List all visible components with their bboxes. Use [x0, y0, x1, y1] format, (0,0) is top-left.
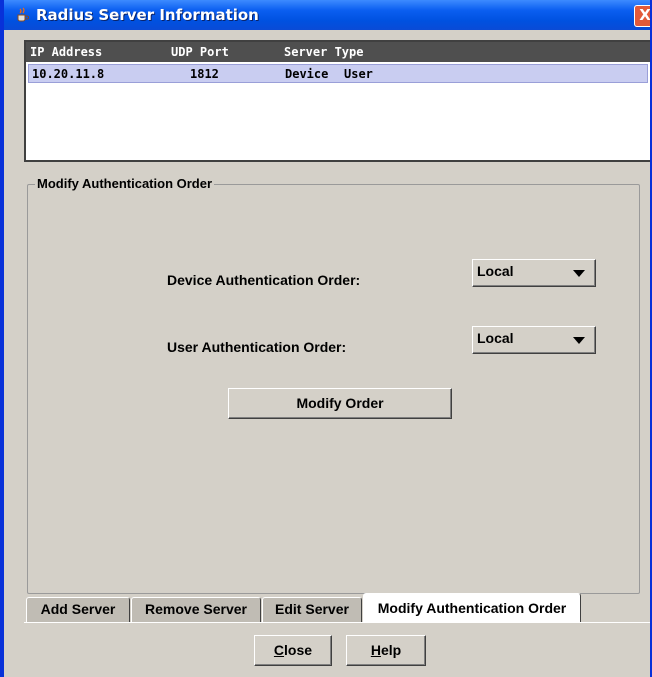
table-header: IP Address UDP Port Server Type — [26, 42, 650, 62]
tab-separator — [24, 622, 650, 623]
user-auth-order-label: User Authentication Order: — [167, 339, 347, 355]
java-cup-icon — [17, 7, 29, 22]
close-label-rest: lose — [284, 642, 313, 658]
radius-server-window: Radius Server Information X IP Address U… — [0, 0, 652, 677]
device-auth-order-value: Local — [477, 263, 514, 279]
cell-type-user: User — [344, 67, 373, 81]
tab-remove-server[interactable]: Remove Server — [131, 597, 261, 622]
help-mnemonic: H — [370, 642, 381, 658]
modify-order-button[interactable]: Modify Order — [228, 388, 452, 419]
group-title: Modify Authentication Order — [35, 176, 215, 191]
close-button[interactable]: Close — [254, 635, 332, 666]
device-auth-order-label: Device Authentication Order: — [167, 272, 361, 288]
user-auth-order-value: Local — [477, 330, 514, 346]
title-bar[interactable]: Radius Server Information X — [4, 0, 650, 30]
cell-ip: 10.20.11.8 — [32, 67, 105, 81]
column-header-server-type[interactable]: Server Type — [284, 45, 363, 59]
column-header-udp-port[interactable]: UDP Port — [171, 45, 229, 59]
close-icon[interactable]: X — [634, 5, 650, 27]
help-label-rest: elp — [380, 642, 402, 658]
device-auth-order-select[interactable]: Local — [472, 259, 596, 287]
user-auth-order-select[interactable]: Local — [472, 326, 596, 354]
cell-port: 1812 — [190, 67, 219, 81]
tab-add-server[interactable]: Add Server — [26, 597, 130, 622]
cell-type-device: Device — [285, 67, 329, 81]
help-button[interactable]: Help — [346, 635, 426, 666]
chevron-down-icon — [573, 337, 585, 344]
table-row[interactable]: 10.20.11.8 1812 Device User — [28, 64, 648, 83]
tab-edit-server[interactable]: Edit Server — [262, 597, 362, 622]
column-header-ip[interactable]: IP Address — [30, 45, 102, 59]
window-title: Radius Server Information — [36, 6, 259, 24]
close-mnemonic: C — [273, 642, 285, 658]
chevron-down-icon — [573, 270, 585, 277]
tab-modify-authentication-order[interactable]: Modify Authentication Order — [363, 593, 581, 623]
server-table[interactable]: IP Address UDP Port Server Type 10.20.11… — [24, 40, 650, 162]
